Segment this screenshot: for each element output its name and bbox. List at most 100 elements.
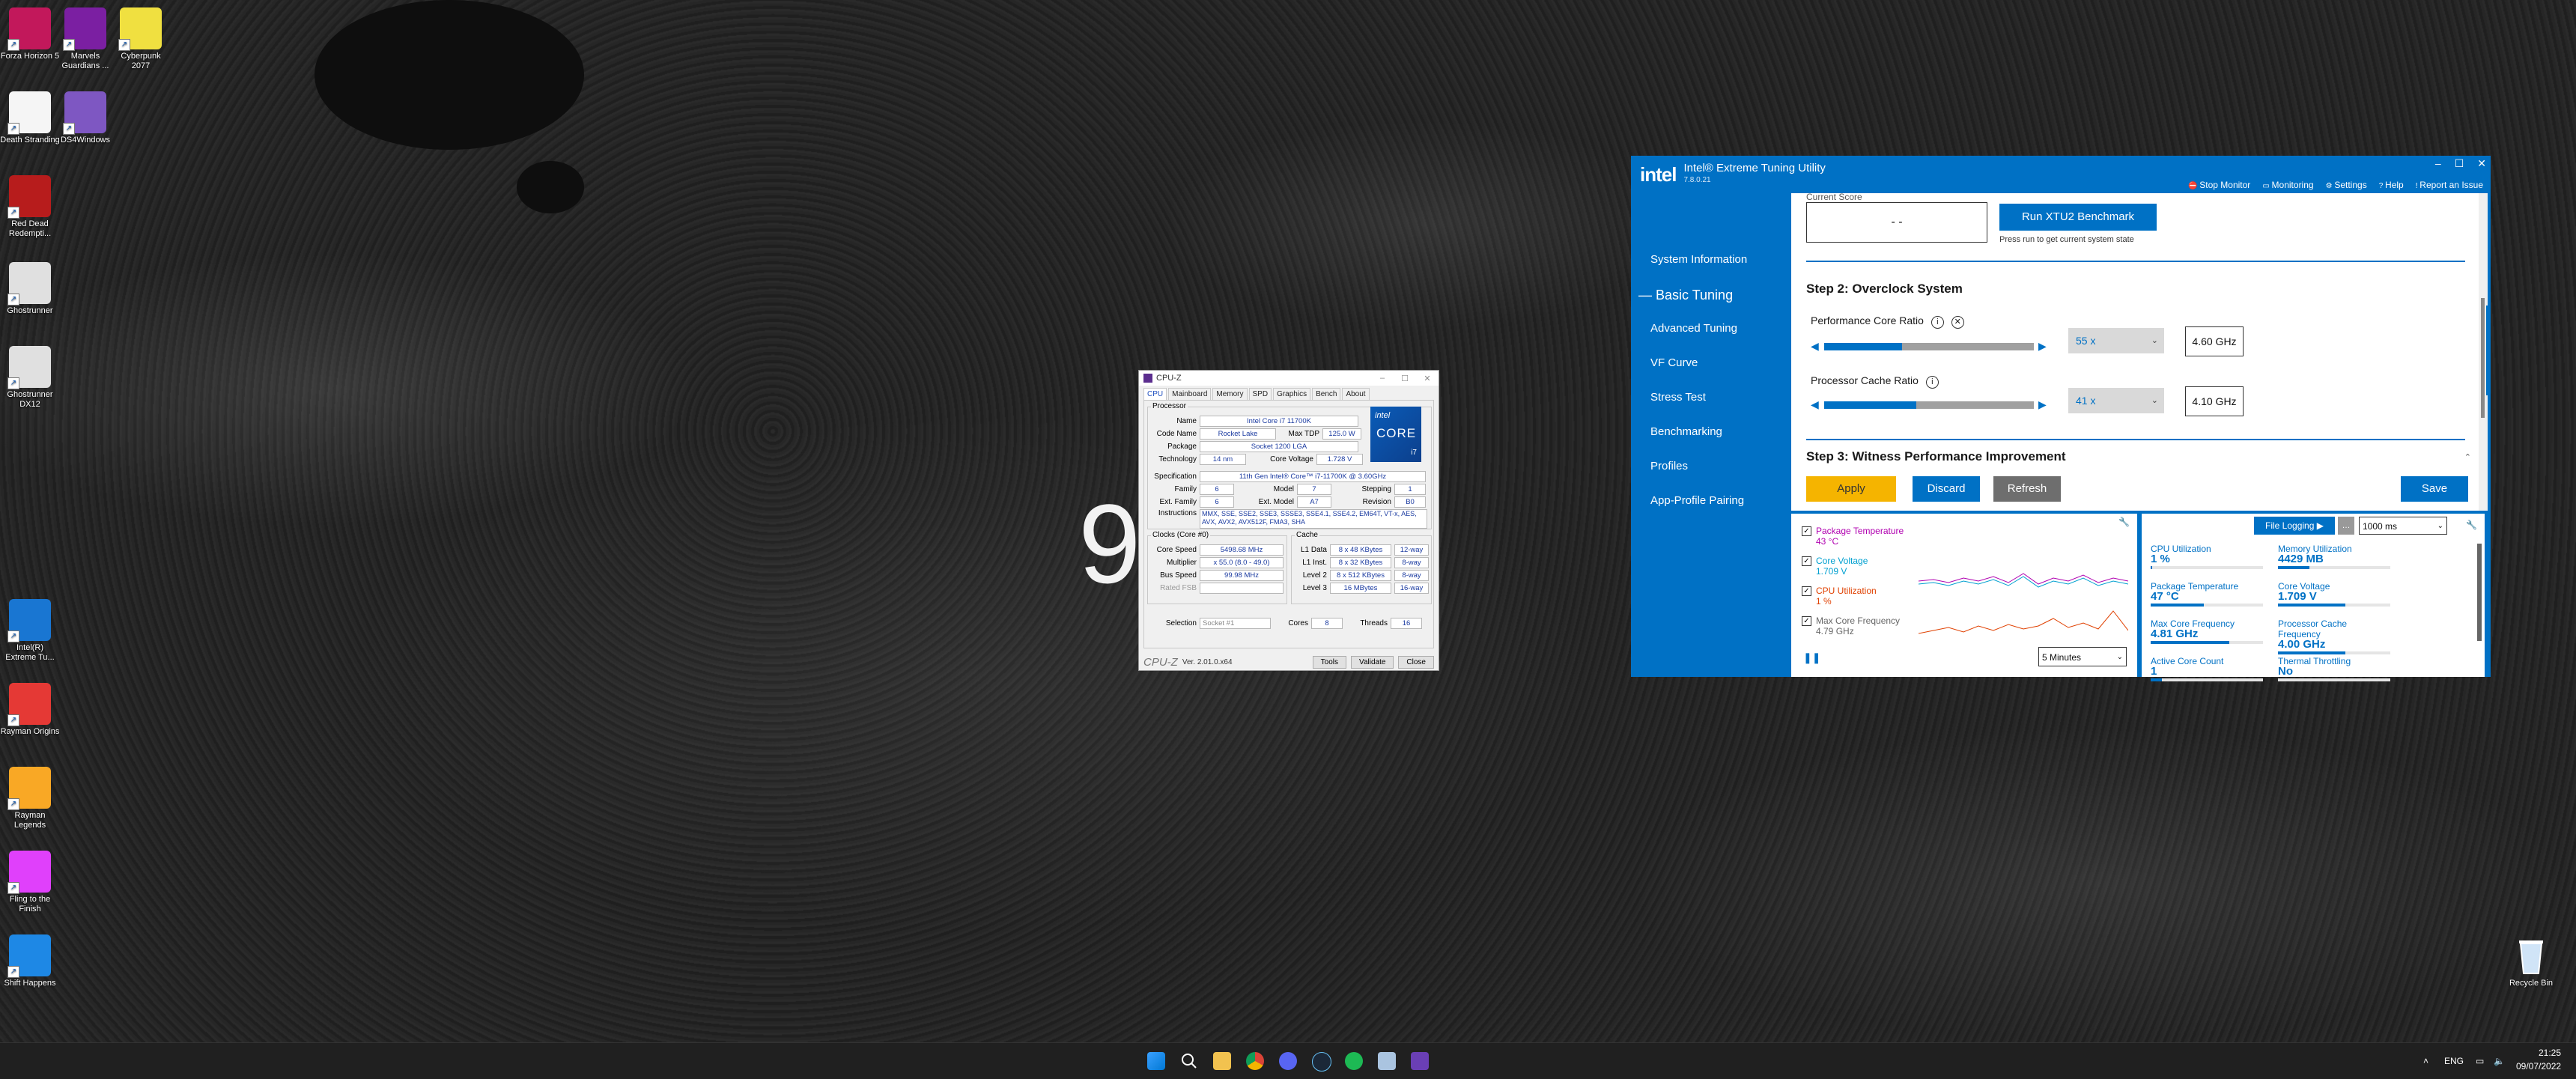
nav-item-benchmarking[interactable]: Benchmarking (1650, 425, 1722, 438)
xtu-header[interactable]: intel Intel® Extreme Tuning Utility 7.8.… (1631, 156, 2491, 193)
checkbox[interactable]: ✓ (1802, 526, 1811, 536)
validate-button[interactable]: Validate (1351, 655, 1394, 669)
socket-select[interactable]: Socket #1 (1200, 618, 1271, 629)
cache-ratio-slider[interactable] (1824, 401, 2034, 409)
tiles-scrollbar-thumb[interactable] (2477, 544, 2482, 641)
slider-left-arrow-icon[interactable]: ◀ (1811, 340, 1819, 353)
desktop-icon[interactable]: ↗ Ghostrunner (0, 262, 60, 316)
core-voltage-toggle[interactable]: ✓ Core Voltage 1.709 V (1802, 556, 1868, 577)
nav-item-profiles[interactable]: Profiles (1650, 460, 1688, 472)
tab-spd[interactable]: SPD (1248, 388, 1272, 400)
pause-icon[interactable]: ❚❚ (1803, 651, 1820, 664)
info-icon[interactable]: i (1925, 376, 1939, 389)
tray-chevron-icon[interactable]: ˄ (2423, 1043, 2428, 1079)
header-link-monitoring[interactable]: ▭ Monitoring (2262, 180, 2313, 190)
cpu-util-toggle[interactable]: ✓ CPU Utilization 1 % (1802, 586, 1877, 607)
tab-about[interactable]: About (1342, 388, 1370, 400)
desktop-icon[interactable]: ↗ Ghostrunner DX12 (0, 346, 60, 410)
interval-select[interactable]: 1000 ms ⌄ (2359, 517, 2447, 535)
more-icon[interactable]: … (2338, 517, 2354, 535)
close-icon[interactable]: ✕ (1416, 374, 1439, 383)
header-link-stop-monitor[interactable]: ⛔ Stop Monitor (2188, 180, 2250, 190)
desktop-icon[interactable]: ↗ Marvels Guardians ... (55, 7, 115, 71)
tab-mainboard[interactable]: Mainboard (1168, 388, 1212, 400)
perf-core-ratio-dropdown[interactable]: 55 x ⌄ (2068, 328, 2164, 353)
run-benchmark-button[interactable]: Run XTU2 Benchmark (1999, 204, 2157, 231)
desktop-icon[interactable]: ↗ Red Dead Redempti... (0, 175, 60, 239)
nav-item-app-profile-pairing[interactable]: App-Profile Pairing (1650, 494, 1744, 507)
maximize-icon[interactable]: ☐ (1394, 374, 1416, 383)
tab-memory[interactable]: Memory (1212, 388, 1248, 400)
perf-core-ratio-slider[interactable] (1824, 343, 2034, 350)
nav-item-stress-test[interactable]: Stress Test (1650, 391, 1706, 404)
cache-ratio-dropdown[interactable]: 41 x ⌄ (2068, 388, 2164, 413)
spotify-icon[interactable] (1345, 1052, 1363, 1070)
desktop-icon[interactable]: ↗ Rayman Legends (0, 767, 60, 830)
tab-bench[interactable]: Bench (1312, 388, 1341, 400)
network-icon[interactable]: ▭ (2476, 1043, 2484, 1079)
app-icon: ↗ (7, 934, 51, 978)
steam-icon[interactable] (1312, 1052, 1331, 1072)
desktop-icon[interactable]: ↗ Rayman Origins (0, 683, 60, 737)
chrome-icon[interactable] (1246, 1052, 1264, 1070)
volume-icon[interactable]: 🔈 (2494, 1043, 2505, 1079)
tile-bar (2151, 678, 2263, 681)
checkbox[interactable]: ✓ (1802, 616, 1811, 626)
cores-label: Cores (1288, 619, 1308, 627)
close-button[interactable]: Close (1398, 655, 1434, 669)
collapse-caret-icon[interactable]: ⌃ (2464, 452, 2471, 462)
cpuz-titlebar[interactable]: CPU-Z – ☐ ✕ (1139, 371, 1439, 386)
discard-button[interactable]: Discard (1913, 476, 1980, 502)
tab-cpu[interactable]: CPU (1143, 388, 1167, 400)
discord-icon[interactable] (1279, 1052, 1297, 1070)
search-icon[interactable] (1180, 1052, 1198, 1070)
desktop-icon[interactable]: ↗ Death Stranding (0, 91, 60, 145)
nav-item-system-information[interactable]: System Information (1650, 253, 1747, 266)
cpuz-taskbar-icon[interactable] (1411, 1052, 1429, 1070)
slider-right-arrow-icon[interactable]: ▶ (2038, 398, 2047, 411)
checkbox[interactable]: ✓ (1802, 586, 1811, 596)
document-icon[interactable] (1378, 1052, 1396, 1070)
start-icon[interactable] (1147, 1052, 1165, 1070)
minimize-icon[interactable]: – (2435, 157, 2441, 170)
wrench-icon[interactable]: 🔧 (2466, 520, 2477, 530)
save-button[interactable]: Save (2401, 476, 2468, 502)
file-logging-button[interactable]: File Logging ▶ (2254, 517, 2335, 535)
slider-right-arrow-icon[interactable]: ▶ (2038, 340, 2047, 353)
close-icon[interactable]: ✕ (2477, 157, 2486, 170)
scrollbar-thumb[interactable] (2481, 298, 2485, 418)
nav-item-basic-tuning[interactable]: — Basic Tuning (1638, 288, 1733, 303)
pkg-temp-toggle[interactable]: ✓ Package Temperature 43 °C (1802, 526, 1904, 547)
tray-clock[interactable]: 21:25 09/07/2022 (2516, 1046, 2561, 1073)
apply-button[interactable]: Apply (1806, 476, 1896, 502)
file-explorer-icon[interactable] (1213, 1052, 1231, 1070)
wrench-icon[interactable]: 🔧 (2118, 517, 2130, 527)
desktop-icon-recycle-bin[interactable]: Recycle Bin (2501, 934, 2561, 988)
tools-button[interactable]: Tools (1312, 655, 1347, 669)
desktop-icon[interactable]: ↗ Cyberpunk 2077 (111, 7, 171, 71)
desktop-icon[interactable]: ↗ Shift Happens (0, 934, 60, 988)
desktop-icon[interactable]: ↗ Forza Horizon 5 (0, 7, 60, 61)
duration-select[interactable]: 5 Minutes ⌄ (2038, 647, 2127, 666)
checkbox[interactable]: ✓ (1802, 556, 1811, 566)
minimize-icon[interactable]: – (1371, 374, 1394, 383)
desktop-icon[interactable]: ↗ DS4Windows (55, 91, 115, 145)
header-link-report-an-issue[interactable]: ! Report an Issue (2416, 180, 2483, 190)
desktop-icon[interactable]: ↗ Intel(R) Extreme Tu... (0, 599, 60, 663)
nav-item-vf-curve[interactable]: VF Curve (1650, 356, 1698, 369)
maximize-icon[interactable]: ☐ (2455, 157, 2464, 170)
slider-left-arrow-icon[interactable]: ◀ (1811, 398, 1819, 411)
reset-icon[interactable]: ✕ (1951, 316, 1964, 329)
header-link-settings[interactable]: ⚙ Settings (2326, 180, 2367, 190)
main-scrollbar[interactable] (2479, 193, 2491, 511)
codename-value: Rocket Lake (1200, 428, 1276, 440)
info-icon[interactable]: i (1931, 316, 1944, 329)
nav-item-advanced-tuning[interactable]: Advanced Tuning (1650, 322, 1737, 335)
tab-graphics[interactable]: Graphics (1273, 388, 1311, 400)
stepping-value: 1 (1394, 484, 1426, 495)
header-link-help[interactable]: ? Help (2379, 180, 2404, 190)
max-core-freq-toggle[interactable]: ✓ Max Core Frequency 4.79 GHz (1802, 616, 1900, 636)
tray-language[interactable]: ENG (2444, 1043, 2464, 1079)
refresh-button[interactable]: Refresh (1993, 476, 2061, 502)
desktop-icon[interactable]: ↗ Fling to the Finish (0, 851, 60, 914)
